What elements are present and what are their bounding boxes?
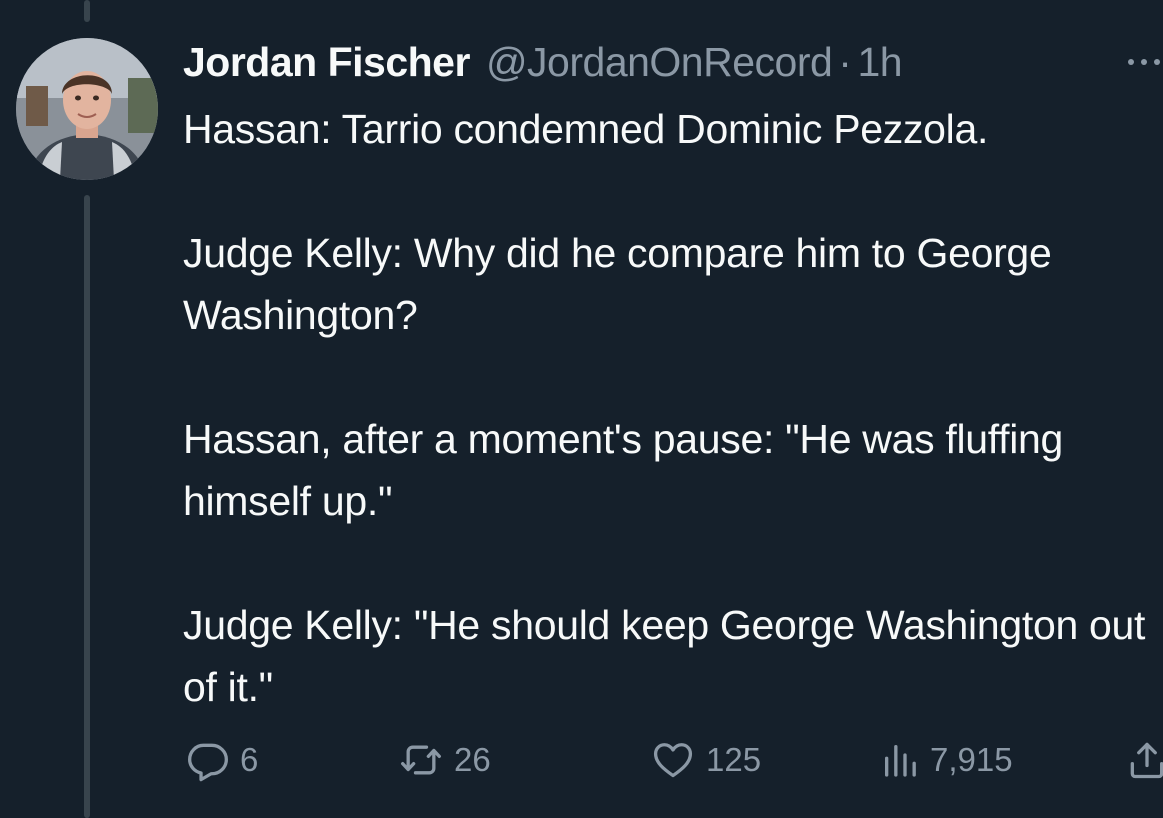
- like-count: 125: [706, 741, 762, 778]
- retweet-button[interactable]: 26: [398, 735, 491, 785]
- profile-photo-icon: [16, 38, 158, 180]
- author-display-name[interactable]: Jordan Fischer: [183, 39, 470, 86]
- reply-icon: [188, 743, 228, 782]
- retweet-count: 26: [454, 741, 491, 778]
- tweet-paragraph: Judge Kelly: "He should keep George Wash…: [183, 602, 1146, 710]
- avatar[interactable]: [16, 38, 158, 180]
- like-button[interactable]: 125: [650, 735, 761, 785]
- header-separator: ·: [838, 38, 852, 85]
- tweet-paragraph: Hassan: Tarrio condemned Dominic Pezzola…: [183, 106, 989, 152]
- analytics-icon: [885, 745, 916, 777]
- thread-line-bottom: [84, 195, 90, 818]
- share-button[interactable]: [1125, 735, 1163, 785]
- tweet-paragraph: Judge Kelly: Why did he compare him to G…: [183, 230, 1052, 338]
- heart-icon: [653, 743, 693, 778]
- thread-line-top: [84, 0, 90, 22]
- author-handle[interactable]: @JordanOnRecord: [486, 39, 833, 86]
- more-options-icon[interactable]: [1128, 52, 1163, 72]
- tweet-body: Hassan: Tarrio condemned Dominic Pezzola…: [183, 98, 1153, 718]
- retweet-icon: [401, 745, 441, 775]
- reply-button[interactable]: 6: [186, 735, 258, 785]
- tweet-header: Jordan Fischer @JordanOnRecord · 1h: [183, 36, 903, 88]
- tweet-paragraph: Hassan, after a moment's pause: "He was …: [183, 416, 1064, 524]
- reply-count: 6: [240, 741, 259, 778]
- tweet-timestamp[interactable]: 1h: [857, 39, 902, 86]
- tweet-actions-bar: 6 26 125 7,915: [0, 735, 1163, 785]
- views-button[interactable]: 7,915: [880, 735, 1013, 785]
- share-icon: [1130, 742, 1163, 779]
- view-count: 7,915: [930, 741, 1013, 778]
